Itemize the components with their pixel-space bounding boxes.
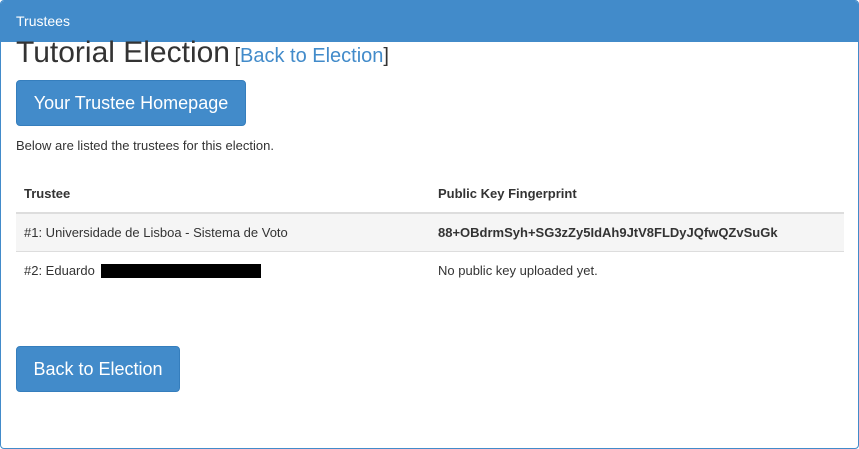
table-header-row: Trustee Public Key Fingerprint xyxy=(16,175,844,214)
title-line: Tutorial Election [Back to Election] xyxy=(16,36,389,70)
page-title: Tutorial Election xyxy=(16,36,230,69)
trustee-name-cell: #2: Eduardo xyxy=(16,251,430,289)
back-to-election-button[interactable]: Back to Election xyxy=(16,346,180,392)
bracket-close: ] xyxy=(383,45,389,67)
redaction-bar xyxy=(100,264,261,279)
trustee-fingerprint: No public key uploaded yet. xyxy=(430,251,844,289)
trustees-panel: Trustees Tutorial Election [Back to Elec… xyxy=(0,0,859,449)
trustee-name: #2: Eduardo xyxy=(24,262,95,278)
intro-text: Below are listed the trustees for this e… xyxy=(16,138,274,153)
trustee-homepage-button[interactable]: Your Trustee Homepage xyxy=(16,80,246,126)
header-fingerprint: Public Key Fingerprint xyxy=(430,175,844,214)
table-row: #2: Eduardo No public key uploaded yet. xyxy=(16,251,844,289)
header-trustee: Trustee xyxy=(16,175,430,214)
trustee-name: #1: Universidade de Lisboa - Sistema de … xyxy=(16,212,430,252)
back-to-election-link[interactable]: Back to Election xyxy=(240,45,383,67)
table-row: #1: Universidade de Lisboa - Sistema de … xyxy=(16,212,844,252)
trustee-fingerprint: 88+OBdrmSyh+SG3zZy5IdAh9JtV8FLDyJQfwQZvS… xyxy=(430,212,844,252)
trustees-table: Trustee Public Key Fingerprint #1: Unive… xyxy=(16,175,844,289)
